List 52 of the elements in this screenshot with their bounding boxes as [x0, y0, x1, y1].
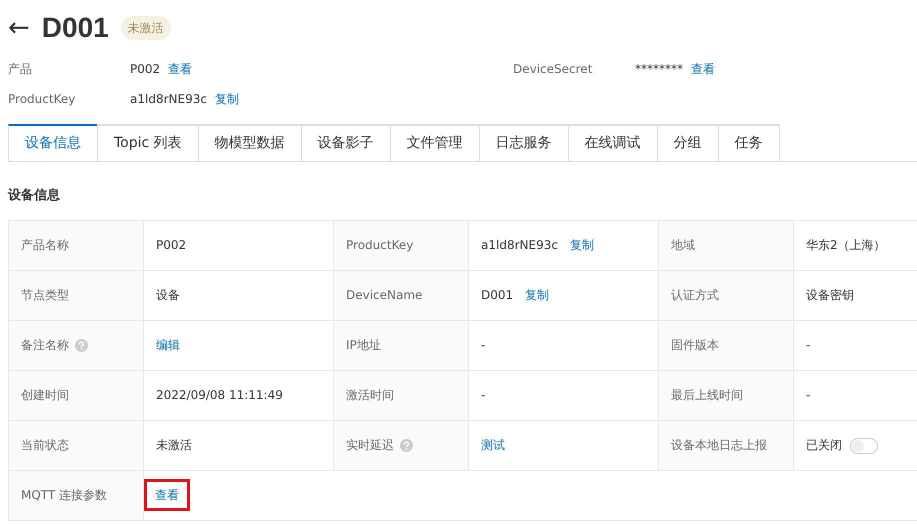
tab[interactable]: 设备信息: [8, 124, 98, 161]
section-title: 设备信息: [8, 187, 61, 205]
field-value: -: [806, 338, 810, 352]
field-label: 认证方式: [671, 288, 719, 302]
action-link[interactable]: 测试: [481, 438, 505, 452]
field-value: P002: [156, 238, 186, 252]
field-label: 固件版本: [671, 338, 719, 352]
field-label: 当前状态: [21, 438, 69, 452]
action-link[interactable]: 查看: [691, 60, 715, 78]
highlighted-link[interactable]: 查看: [147, 482, 187, 508]
field-label: IP地址: [346, 338, 381, 352]
toggle-switch[interactable]: [850, 438, 878, 454]
field-value: 未激活: [156, 438, 192, 452]
field-label: 产品名称: [21, 238, 69, 252]
field-label: 最后上线时间: [671, 388, 743, 402]
field-label: DeviceName: [346, 288, 422, 302]
field-label: 节点类型: [21, 288, 69, 302]
field-label: 激活时间: [346, 388, 394, 402]
field-value: P002: [130, 61, 160, 78]
field-label: DeviceSecret: [513, 61, 594, 78]
field-label: 设备本地日志上报: [671, 438, 767, 452]
help-icon[interactable]: [400, 439, 413, 452]
field-label: ProductKey: [346, 238, 414, 252]
field-value: -: [481, 388, 486, 402]
field-label: MQTT 连接参数: [21, 488, 108, 502]
field-value: 2022/09/08 11:11:49: [156, 388, 283, 402]
field-value: 设备密钥: [806, 288, 854, 302]
action-link[interactable]: 编辑: [156, 338, 180, 352]
field-value: 华东2（上海）: [806, 238, 886, 252]
field-label: 产品: [8, 61, 33, 78]
field-value: -: [806, 388, 810, 402]
field-label: 实时延迟: [346, 438, 394, 452]
field-value: a1ld8rNE93c: [481, 238, 558, 252]
field-label: 备注名称: [21, 338, 69, 352]
copy-link[interactable]: 复制: [524, 288, 549, 302]
field-value: -: [481, 338, 486, 352]
field-value: 已关闭: [806, 438, 842, 452]
field-label: ProductKey: [8, 91, 76, 108]
field-value: a1ld8rNE93c: [130, 91, 207, 108]
field-value: 设备: [156, 288, 180, 302]
field-value: ********: [635, 61, 683, 78]
field-label: 创建时间: [21, 388, 69, 402]
action-link[interactable]: 复制: [214, 90, 239, 108]
copy-link[interactable]: 复制: [570, 238, 594, 252]
back-button[interactable]: ←: [8, 15, 30, 41]
device-title: D001: [42, 14, 109, 42]
tab[interactable]: 任务: [718, 124, 780, 161]
status-badge: 未激活: [120, 16, 171, 40]
help-icon[interactable]: [75, 339, 88, 352]
field-value: D001: [481, 288, 514, 302]
field-label: 地域: [671, 238, 695, 252]
action-link[interactable]: 查看: [168, 60, 192, 78]
